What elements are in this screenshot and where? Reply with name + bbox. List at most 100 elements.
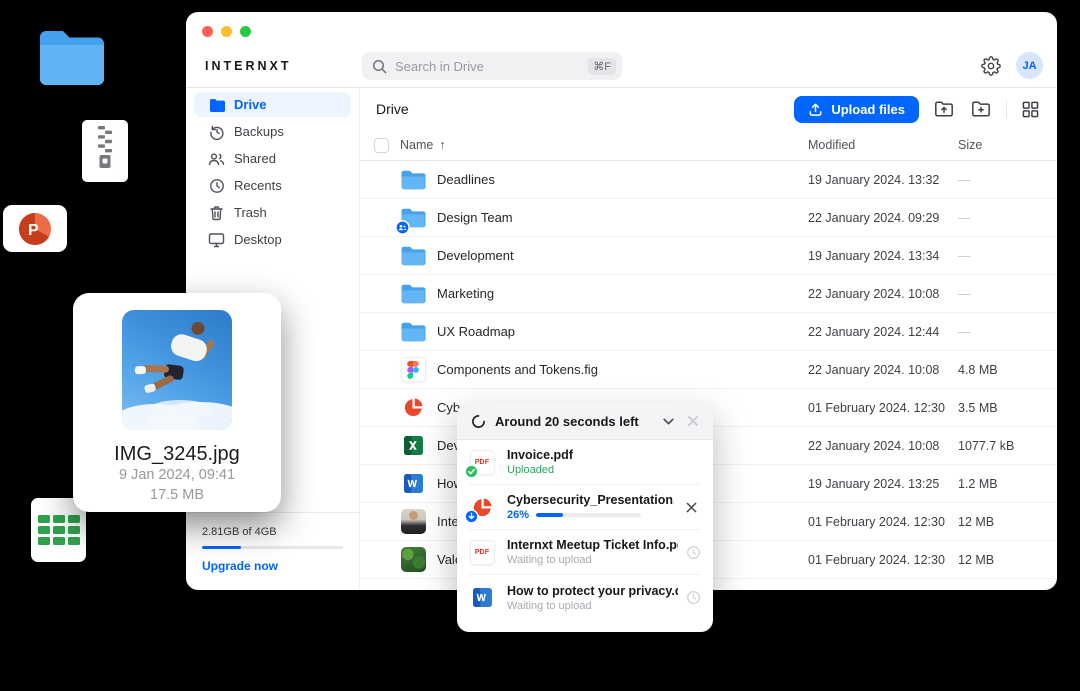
new-folder-button[interactable] bbox=[969, 100, 993, 118]
upload-item: Cybersecurity_Presentation.ppt 26% bbox=[469, 485, 701, 530]
folder-icon bbox=[209, 98, 225, 112]
clock-icon bbox=[209, 178, 225, 194]
upload-item-status: Waiting to upload bbox=[507, 600, 592, 612]
upload-popup-header: Around 20 seconds left bbox=[457, 403, 713, 440]
image-preview-card[interactable]: IMG_3245.jpg 9 Jan 2024, 09:41 17.5 MB bbox=[73, 293, 281, 512]
folder-upload-icon bbox=[934, 100, 954, 118]
toolbar: Drive Upload files bbox=[360, 88, 1057, 130]
downloading-arrow-icon bbox=[464, 509, 479, 524]
column-header-modified[interactable]: Modified bbox=[808, 138, 855, 152]
folder-plus-icon bbox=[971, 100, 991, 118]
sort-arrow-icon: ↑ bbox=[439, 138, 445, 152]
upload-files-label: Upload files bbox=[831, 102, 905, 117]
folder-icon bbox=[400, 169, 426, 191]
word-icon bbox=[472, 587, 493, 608]
uploaded-check-icon bbox=[464, 464, 479, 479]
column-header-size[interactable]: Size bbox=[958, 138, 982, 152]
desktop-zip-file[interactable] bbox=[82, 120, 128, 182]
cancel-upload-icon bbox=[684, 500, 699, 515]
minimize-window-button[interactable] bbox=[221, 26, 232, 37]
upload-item-name: Invoice.pdf bbox=[507, 448, 693, 462]
upgrade-link[interactable]: Upgrade now bbox=[202, 559, 343, 573]
image-thumbnail bbox=[122, 310, 232, 430]
cancel-upload-button[interactable] bbox=[682, 500, 701, 515]
file-row[interactable]: Deadlines 19 January 2024. 13:32 — bbox=[360, 161, 1057, 199]
sidebar-item-desktop[interactable]: Desktop bbox=[194, 227, 351, 252]
storage-usage-label: 2.81GB of 4GB bbox=[202, 526, 343, 538]
upload-item-status: Waiting to upload bbox=[507, 554, 592, 566]
figma-icon bbox=[401, 357, 426, 382]
storage-section: 2.81GB of 4GB Upgrade now bbox=[186, 512, 359, 589]
gear-icon bbox=[981, 56, 1001, 76]
grid-view-button[interactable] bbox=[1020, 101, 1041, 118]
photo-thumbnail bbox=[401, 547, 426, 572]
close-icon bbox=[685, 413, 701, 429]
collapse-popup-button[interactable] bbox=[661, 414, 676, 429]
image-size: 17.5 MB bbox=[73, 487, 281, 503]
shared-badge-icon bbox=[395, 220, 410, 235]
spinner-icon bbox=[471, 414, 486, 429]
close-popup-button[interactable] bbox=[685, 413, 701, 429]
header-actions: JA bbox=[979, 52, 1043, 79]
select-all-checkbox[interactable] bbox=[374, 138, 389, 153]
search-icon bbox=[372, 59, 387, 74]
sidebar-item-shared[interactable]: Shared bbox=[194, 146, 351, 171]
toolbar-divider bbox=[1006, 100, 1007, 118]
upload-item-name: Internxt Meetup Ticket Info.pdf bbox=[507, 538, 678, 552]
internxt-logo: INTERNXT bbox=[205, 59, 292, 73]
upload-item-status: 26% bbox=[507, 509, 529, 521]
column-header-name[interactable]: Name ↑ bbox=[400, 138, 446, 152]
settings-button[interactable] bbox=[979, 56, 1003, 76]
search-shortcut-badge: ⌘F bbox=[588, 58, 616, 75]
file-row[interactable]: Components and Tokens.fig 22 January 202… bbox=[360, 351, 1057, 389]
powerpoint-icon: P bbox=[17, 211, 53, 247]
close-window-button[interactable] bbox=[202, 26, 213, 37]
trash-icon bbox=[209, 205, 224, 221]
search-placeholder: Search in Drive bbox=[395, 59, 588, 74]
upload-item: PDF Internxt Meetup Ticket Info.pdf Wait… bbox=[469, 530, 701, 575]
ppt-pie-icon bbox=[403, 397, 424, 418]
window-header: INTERNXT Search in Drive ⌘F JA bbox=[186, 12, 1057, 88]
upload-item: How to protect your privacy.doc Waiting … bbox=[469, 575, 701, 620]
upload-icon bbox=[808, 102, 823, 117]
folder-icon bbox=[400, 283, 426, 305]
file-row[interactable]: Design Team 22 January 2024. 09:29 — bbox=[360, 199, 1057, 237]
zip-icon bbox=[96, 126, 114, 176]
sidebar-item-trash[interactable]: Trash bbox=[194, 200, 351, 225]
sidebar-item-backups[interactable]: Backups bbox=[194, 119, 351, 144]
zoom-window-button[interactable] bbox=[240, 26, 251, 37]
sidebar-item-drive[interactable]: Drive bbox=[194, 92, 351, 117]
image-date: 9 Jan 2024, 09:41 bbox=[73, 467, 281, 483]
upload-time-remaining: Around 20 seconds left bbox=[495, 414, 652, 429]
storage-progress-fill bbox=[202, 546, 241, 549]
sidebar-nav: Drive Backups Shared Recents Trash Deskt… bbox=[186, 88, 359, 252]
page-title: Drive bbox=[376, 101, 409, 117]
search-input[interactable]: Search in Drive ⌘F bbox=[362, 52, 622, 80]
upload-item: PDF Invoice.pdf Uploaded bbox=[469, 440, 701, 485]
file-row[interactable]: Development 19 January 2024. 13:34 — bbox=[360, 237, 1057, 275]
toolbar-actions: Upload files bbox=[794, 96, 1041, 123]
file-row[interactable]: Marketing 22 January 2024. 10:08 — bbox=[360, 275, 1057, 313]
desktop-powerpoint-file[interactable]: P bbox=[3, 205, 67, 252]
desktop-folder-icon[interactable] bbox=[37, 26, 107, 90]
file-row[interactable]: UX Roadmap 22 January 2024. 12:44 — bbox=[360, 313, 1057, 351]
upload-files-button[interactable]: Upload files bbox=[794, 96, 919, 123]
spreadsheet-icon bbox=[38, 515, 80, 545]
folder-icon bbox=[37, 26, 107, 90]
storage-progress-track bbox=[202, 546, 343, 549]
grid-view-icon bbox=[1022, 101, 1039, 118]
monitor-icon bbox=[208, 232, 225, 248]
svg-text:P: P bbox=[28, 222, 39, 239]
waiting-clock-icon bbox=[686, 590, 701, 605]
sidebar-item-recents[interactable]: Recents bbox=[194, 173, 351, 198]
traffic-lights bbox=[202, 26, 251, 37]
folder-icon bbox=[400, 245, 426, 267]
folder-icon bbox=[400, 321, 426, 343]
table-header: Name ↑ Modified Size bbox=[360, 130, 1057, 161]
upload-folder-button[interactable] bbox=[932, 100, 956, 118]
upload-progress-fill bbox=[536, 513, 563, 517]
avatar[interactable]: JA bbox=[1016, 52, 1043, 79]
waiting-clock-icon bbox=[686, 545, 701, 560]
image-filename: IMG_3245.jpg bbox=[73, 443, 281, 466]
pdf-icon: PDF bbox=[470, 540, 495, 565]
